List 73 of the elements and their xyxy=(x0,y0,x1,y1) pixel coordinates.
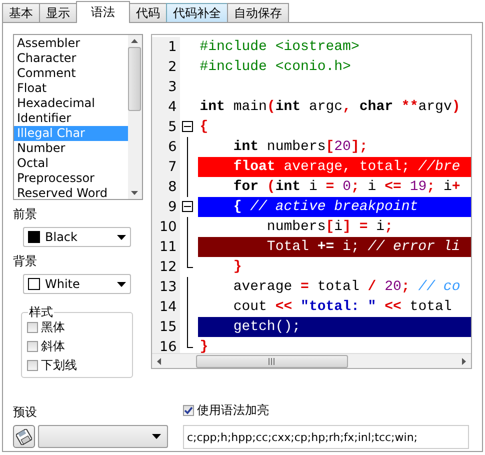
line-number: 8 xyxy=(152,177,180,197)
line-number: 15 xyxy=(152,317,180,337)
list-item[interactable]: Number xyxy=(14,141,128,156)
checkbox-label: 斜体 xyxy=(41,338,65,355)
tab[interactable]: 代码补全 xyxy=(166,3,228,22)
scroll-up-arrow-icon[interactable] xyxy=(131,39,138,43)
tab[interactable]: 自动保存 xyxy=(227,3,289,22)
list-item[interactable]: Preprocessor xyxy=(14,171,128,186)
extensions-field[interactable]: c;cpp;h;hpp;cc;cxx;cp;hp;rh;fx;inl;tcc;win; xyxy=(183,425,469,449)
line-number: 14 xyxy=(152,297,180,317)
scrollbar[interactable] xyxy=(128,35,142,199)
line-number: 7 xyxy=(152,157,180,177)
token-list[interactable]: Assembler Character Comment Float Hexadecimal Identifier Illegal Char Number Octal Preprocessor Reserved Word xyxy=(13,34,143,200)
code-line: numbers[i] = i; xyxy=(266,218,394,237)
list-item[interactable]: Identifier xyxy=(14,111,128,126)
list-item[interactable]: Hexadecimal xyxy=(14,96,128,111)
list-item[interactable]: Reserved Word xyxy=(14,186,128,201)
caret-icon xyxy=(152,434,161,439)
scroll-left-arrow-icon[interactable] xyxy=(156,358,161,364)
horizontal-scrollbar[interactable] xyxy=(152,353,471,368)
tab[interactable]: 语法 xyxy=(76,1,130,23)
code-line: average = total / 20; // co xyxy=(232,278,462,297)
checkbox-label: 下划线 xyxy=(41,357,77,374)
tab[interactable]: 基本 xyxy=(2,3,40,22)
line-number: 5 xyxy=(152,117,180,137)
code-line: for (int i = 0; i <= 19; i+ xyxy=(232,178,462,197)
checkbox-label: 黑体 xyxy=(41,319,65,336)
foreground-label: 前景 xyxy=(13,206,38,223)
fold-toggle[interactable] xyxy=(182,121,193,132)
list-item[interactable]: Comment xyxy=(14,66,128,81)
caret-icon xyxy=(117,282,126,286)
list-item[interactable]: Character xyxy=(14,51,128,66)
save-button[interactable] xyxy=(13,425,35,448)
code-line: } xyxy=(232,258,243,277)
line-number: 1 xyxy=(152,37,180,57)
line-number: 10 xyxy=(152,217,180,237)
line-number: 9 xyxy=(152,197,180,217)
line-number: 4 xyxy=(152,97,180,117)
list-item[interactable]: Assembler xyxy=(14,36,128,51)
list-item[interactable]: Float xyxy=(14,81,128,96)
line-number: 16 xyxy=(152,337,180,353)
line-number: 11 xyxy=(152,237,180,257)
checkbox[interactable] xyxy=(183,405,194,416)
scroll-right-arrow-icon[interactable] xyxy=(462,358,466,364)
checkbox-label: 使用语法加亮 xyxy=(197,402,269,419)
list-item[interactable]: Octal xyxy=(14,156,128,171)
code-line: #include <iostream> xyxy=(198,38,360,57)
background-label: 背景 xyxy=(13,253,38,270)
code-line: int main(int argc, char **argv) xyxy=(198,98,462,117)
checkbox[interactable] xyxy=(27,322,38,333)
code-line: int numbers[20]; xyxy=(232,138,369,157)
fold-toggle[interactable] xyxy=(182,201,193,212)
code-line: { xyxy=(198,118,210,137)
line-number: 13 xyxy=(152,277,180,297)
line-number: 12 xyxy=(152,257,180,277)
code-line: cout << "total: " << total xyxy=(232,298,453,317)
tab[interactable]: 显示 xyxy=(39,3,77,22)
line-number: 2 xyxy=(152,57,180,77)
foreground-dropdown[interactable]: Black xyxy=(23,227,131,247)
scroll-down-arrow-icon[interactable] xyxy=(131,191,138,195)
background-dropdown[interactable]: White xyxy=(23,274,131,294)
caret-icon xyxy=(117,234,126,240)
line-number: 3 xyxy=(152,77,180,97)
code-line: #include <conio.h> xyxy=(198,58,352,77)
checkbox[interactable] xyxy=(27,341,38,352)
preset-label: 预设 xyxy=(13,404,38,421)
code-line: } xyxy=(198,338,210,353)
grip-icon xyxy=(268,358,276,364)
checkbox[interactable] xyxy=(27,360,38,371)
scrollbar-thumb[interactable] xyxy=(196,354,348,368)
line-number: 6 xyxy=(152,137,180,157)
code-editor[interactable] xyxy=(150,34,472,369)
tab[interactable]: 代码 xyxy=(129,3,167,22)
